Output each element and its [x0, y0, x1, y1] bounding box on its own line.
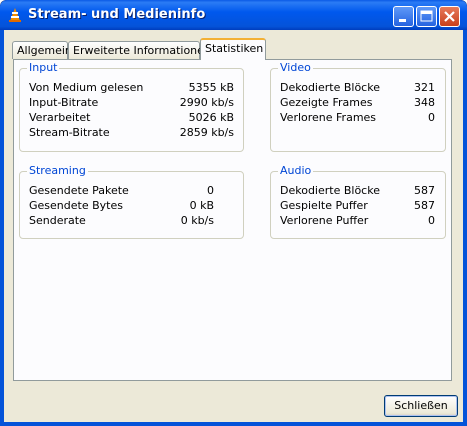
title-bar[interactable]: Stream- und Medieninfo	[0, 0, 467, 30]
stat-row: Gesendete Bytes 0 kB	[29, 199, 214, 214]
stat-row: Verarbeitet 5026 kB	[29, 111, 234, 126]
stat-value: 321	[414, 81, 435, 94]
stat-label: Gesendete Bytes	[29, 199, 123, 212]
stat-value: 2990 kb/s	[179, 96, 234, 109]
statistics-panel: Input Von Medium gelesen 5355 kB Input-B…	[13, 59, 452, 381]
stat-label: Verarbeitet	[29, 111, 91, 124]
stat-value: 0	[428, 111, 435, 124]
stat-value: 5026 kB	[188, 111, 234, 124]
stat-row: Senderate 0 kb/s	[29, 214, 214, 229]
video-group: Video Dekodierte Blöcke 321 Gezeigte Fra…	[270, 61, 446, 152]
stat-value: 0 kb/s	[180, 214, 214, 227]
minimize-button[interactable]	[393, 6, 414, 27]
maximize-icon	[420, 10, 433, 22]
group-title: Video	[278, 61, 313, 74]
group-title: Input	[27, 61, 60, 74]
stat-row: Verlorene Puffer 0	[280, 214, 435, 229]
stat-value: 348	[414, 96, 435, 109]
stat-label: Dekodierte Blöcke	[280, 184, 380, 197]
close-icon	[444, 11, 455, 22]
stat-value: 587	[414, 199, 435, 212]
tab-allgemein[interactable]: Allgemein	[12, 41, 72, 59]
input-group: Input Von Medium gelesen 5355 kB Input-B…	[19, 61, 244, 152]
stat-label: Verlorene Frames	[280, 111, 377, 124]
tab-label: Erweiterte Informationen	[73, 44, 211, 57]
stat-row: Gespielte Puffer 587	[280, 199, 435, 214]
group-title: Streaming	[27, 164, 88, 177]
dialog-window: Stream- und Medieninfo Allgemein Erweite…	[0, 0, 467, 426]
stat-label: Gezeigte Frames	[280, 96, 373, 109]
stat-label: Gespielte Puffer	[280, 199, 368, 212]
stat-value: 2859 kb/s	[179, 126, 234, 139]
vlc-cone-icon	[9, 8, 21, 22]
stat-row: Stream-Bitrate 2859 kb/s	[29, 126, 234, 141]
window-title: Stream- und Medieninfo	[28, 7, 206, 22]
stat-label: Verlorene Puffer	[280, 214, 369, 227]
stat-row: Dekodierte Blöcke 587	[280, 184, 435, 199]
minimize-icon	[399, 19, 406, 22]
stat-value: 587	[414, 184, 435, 197]
stat-value: 0	[207, 184, 214, 197]
group-title: Audio	[278, 164, 314, 177]
stat-row: Gezeigte Frames 348	[280, 96, 435, 111]
stat-value: 0	[428, 214, 435, 227]
stat-row: Verlorene Frames 0	[280, 111, 435, 126]
audio-group: Audio Dekodierte Blöcke 587 Gespielte Pu…	[270, 164, 446, 239]
stat-label: Senderate	[29, 214, 86, 227]
close-button[interactable]: Schließen	[384, 395, 458, 417]
stat-row: Gesendete Pakete 0	[29, 184, 214, 199]
stat-label: Stream-Bitrate	[29, 126, 110, 139]
stat-value: 5355 kB	[188, 81, 234, 94]
stat-row: Dekodierte Blöcke 321	[280, 81, 435, 96]
close-window-button[interactable]	[439, 6, 460, 27]
tab-label: Allgemein	[17, 44, 72, 57]
stat-label: Input-Bitrate	[29, 96, 99, 109]
tab-statistiken[interactable]: Statistiken	[200, 38, 266, 60]
dialog-body: Allgemein Erweiterte Informationen Stati…	[4, 30, 463, 422]
stat-value: 0 kB	[189, 199, 214, 212]
stat-label: Dekodierte Blöcke	[280, 81, 380, 94]
tab-erweiterte-informationen[interactable]: Erweiterte Informationen	[68, 41, 211, 59]
streaming-group: Streaming Gesendete Pakete 0 Gesendete B…	[19, 164, 244, 239]
stat-row: Von Medium gelesen 5355 kB	[29, 81, 234, 96]
stat-row: Input-Bitrate 2990 kb/s	[29, 96, 234, 111]
stat-label: Von Medium gelesen	[29, 81, 144, 94]
stat-label: Gesendete Pakete	[29, 184, 129, 197]
maximize-button[interactable]	[416, 6, 437, 27]
tab-label: Statistiken	[205, 42, 264, 55]
